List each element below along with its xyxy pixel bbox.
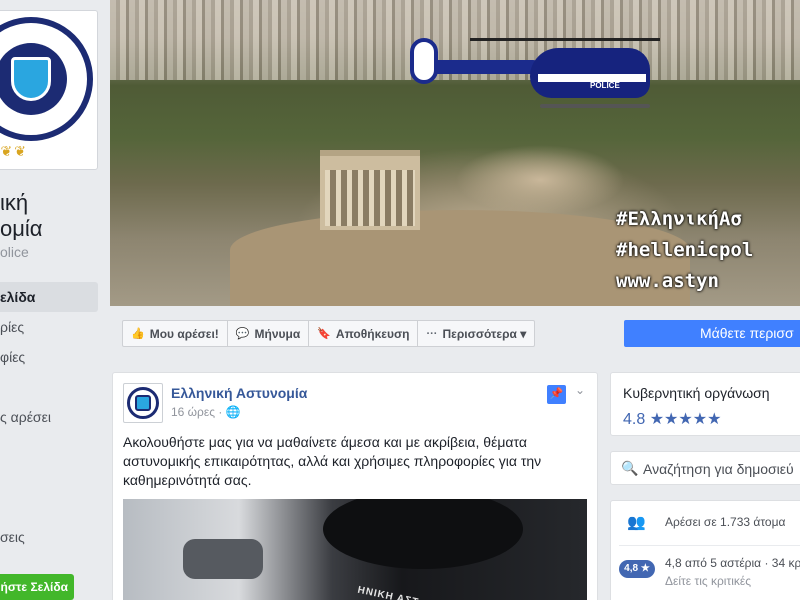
rating-summary: 4,8 από 5 αστέρια · 34 κρι [665,556,800,570]
more-dots-icon: ··· [426,327,438,340]
post-timestamp[interactable]: 16 ώρες · 🌐 [171,405,241,419]
post-author-name[interactable]: Ελληνική Αστυνομία [171,385,307,401]
create-page-button[interactable]: ήστε Σελίδα [0,574,74,600]
helicopter-cabin [530,48,650,98]
cover-website: www.astyn [616,270,719,292]
sidebar-item-stories[interactable]: ρίες [0,312,98,342]
police-logo [0,17,93,141]
sidebar-item-likes[interactable]: ς αρέσει [0,402,98,432]
page-name-line1: ική [0,190,29,215]
sidebar-item-posts[interactable]: σεις [0,522,98,552]
pinned-post: Ελληνική Αστυνομία 16 ώρες · 🌐 📌 ⌄ Ακολο… [112,372,598,600]
like-page-button[interactable]: 👍 Μου αρέσει! [122,320,228,347]
thumbs-up-icon: 👍 [131,328,145,340]
left-sidebar: ❦❦❦❦ ική ομία olice ελίδα ρίες φίες ς αρ… [0,0,108,600]
helicopter-skid [540,104,650,108]
see-reviews-link[interactable]: Δείτε τις κριτικές [665,574,751,588]
cover-hashtag-english: #hellenicpol [616,239,754,261]
message-label: Μήνυμα [254,326,301,341]
page-rating-stars[interactable]: 4.8 ★★★★★ [623,409,721,429]
post-author-avatar[interactable] [123,383,163,423]
cover-hashtag-greek: #ΕλληνικήΑσ [616,208,742,230]
post-image[interactable]: ΗΝΙΚΗ ΑΣΤ [123,499,587,600]
save-label: Αποθήκευση [335,326,410,341]
helicopter-label: POLICE [590,81,620,90]
profile-picture[interactable]: ❦❦❦❦ [0,10,98,170]
pin-icon: 📌 [547,385,566,404]
page-action-bar: 👍 Μου αρέσει! 💬 Μήνυμα 🔖 Αποθήκευση ··· … [122,320,536,347]
more-button[interactable]: ··· Περισσότερα ▾ [417,320,536,347]
bookmark-icon: 🔖 [317,328,331,340]
search-posts-placeholder: Αναζήτηση για δημοσιεύ [643,461,794,477]
rating-badge: 4,8 ★ [619,560,655,578]
about-card: 👥 Αρέσει σε 1.733 άτομα 4,8 ★ 4,8 από 5 … [610,500,800,600]
helicopter-rotor [470,38,660,41]
logo-inner-circle [0,43,67,115]
likes-count: Αρέσει σε 1.733 άτομα [665,515,786,529]
laurel-icon: ❦❦❦❦ [0,143,28,159]
divider [619,545,800,546]
post-text: Ακολουθήστε μας για να μαθαίνετε άμεσα κ… [123,434,542,488]
sidebar-item-home[interactable]: ελίδα [0,282,98,312]
more-label: Περισσότερα ▾ [442,326,527,341]
avatar-shield-icon [135,395,151,411]
page-category-card: Κυβερνητική οργάνωση 4.8 ★★★★★ [610,372,800,436]
sidebar-item-blank-1[interactable] [0,372,98,402]
page-name[interactable]: ική ομία [0,190,43,242]
post-options-chevron-icon[interactable]: ⌄ [575,383,585,397]
sidebar-item-photos[interactable]: φίες [0,342,98,372]
post-image-text: ΗΝΙΚΗ ΑΣΤ [356,584,420,600]
save-button[interactable]: 🔖 Αποθήκευση [308,320,419,347]
cover-parthenon-columns [325,170,415,226]
shield-icon [11,57,51,101]
search-icon: 🔍 [621,460,639,476]
cover-hashtags: #ΕλληνικήΑσ #hellenicpol www.astyn [616,204,753,297]
page-handle: olice [0,244,29,260]
post-image-car [183,539,263,579]
message-button[interactable]: 💬 Μήνυμα [226,320,310,347]
cover-photo[interactable]: POLICE #ΕλληνικήΑσ #hellenicpol www.asty… [110,0,800,306]
sidebar-nav: ελίδα ρίες φίες ς αρέσει σεις [0,282,98,552]
sidebar-item-blank-4[interactable] [0,492,98,522]
post-image-cap [323,499,523,569]
search-posts-box[interactable]: 🔍 Αναζήτηση για δημοσιεύ [610,451,800,485]
avatar-logo-circle [127,387,159,419]
helicopter-image: POLICE [410,38,660,108]
message-icon: 💬 [235,328,250,340]
learn-more-button[interactable]: Μάθετε περισσ [624,320,800,347]
people-icon: 👥 [627,514,646,531]
page-name-line2: ομία [0,216,43,241]
sidebar-item-blank-2[interactable] [0,432,98,462]
sidebar-item-blank-3[interactable] [0,462,98,492]
like-page-label: Μου αρέσει! [149,326,219,341]
helicopter-fin [410,38,438,84]
page-category: Κυβερνητική οργάνωση [623,385,770,401]
